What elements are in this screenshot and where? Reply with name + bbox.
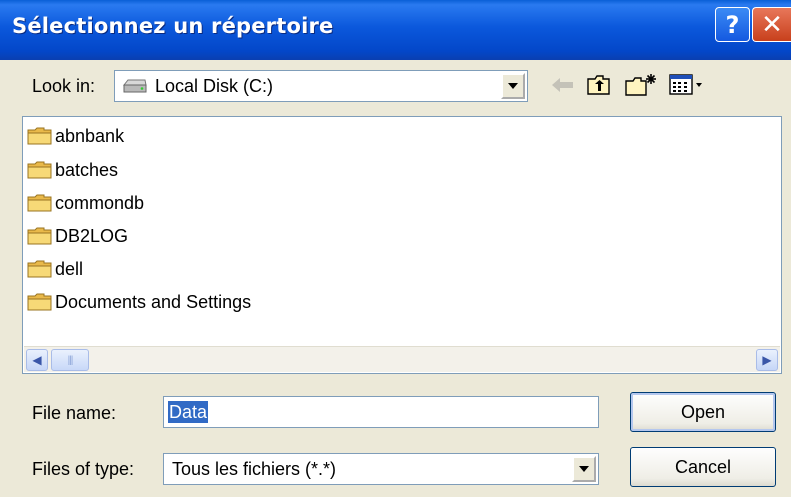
folder-icon xyxy=(27,227,52,245)
window-title: Sélectionnez un répertoire xyxy=(12,14,334,38)
help-button[interactable]: ? xyxy=(715,7,750,42)
cancel-button[interactable]: Cancel xyxy=(630,447,776,487)
files-of-type-combo[interactable]: Tous les fichiers (*.*) xyxy=(163,453,599,485)
folder-icon xyxy=(27,260,52,278)
file-name: batches xyxy=(55,159,119,180)
up-folder-button[interactable] xyxy=(583,70,615,100)
file-name: commondb xyxy=(55,192,145,213)
scroll-right-button[interactable]: ▶ xyxy=(756,349,778,371)
new-folder-button[interactable] xyxy=(623,70,659,100)
list-item[interactable]: DB2LOG xyxy=(27,221,128,251)
look-in-label: Look in: xyxy=(32,76,96,96)
scroll-left-icon: ◀ xyxy=(32,353,42,367)
horizontal-scrollbar[interactable]: ◀ ||| ▶ xyxy=(24,346,780,372)
close-button[interactable]: ✕ xyxy=(752,7,791,42)
file-name-input[interactable]: Data xyxy=(163,396,599,428)
file-list[interactable]: abnbank batches commondb DB2LOG dell Doc… xyxy=(22,116,782,374)
chevron-down-icon xyxy=(579,466,589,472)
files-of-type-value: Tous les fichiers (*.*) xyxy=(172,459,337,479)
file-name: dell xyxy=(55,258,84,279)
open-button[interactable]: Open xyxy=(630,392,776,432)
up-folder-icon xyxy=(587,75,610,95)
views-menu-icon xyxy=(669,74,702,95)
folder-icon xyxy=(27,194,52,212)
back-arrow-icon xyxy=(552,78,573,92)
scroll-right-icon: ▶ xyxy=(762,353,772,367)
list-item[interactable]: commondb xyxy=(27,188,144,218)
back-button[interactable] xyxy=(548,70,578,100)
files-of-type-label: Files of type: xyxy=(32,459,135,479)
look-in-value: Local Disk (C:) xyxy=(155,76,274,96)
file-name-value: Data xyxy=(168,401,209,423)
file-name: Documents and Settings xyxy=(55,291,252,312)
views-menu-button[interactable] xyxy=(667,70,711,100)
grip-icon: ||| xyxy=(67,354,74,366)
chevron-down-icon xyxy=(508,83,518,89)
list-item[interactable]: batches xyxy=(27,155,118,185)
scroll-thumb[interactable]: ||| xyxy=(51,349,89,371)
folder-icon xyxy=(27,161,52,179)
file-name-label: File name: xyxy=(32,403,117,423)
list-item[interactable]: abnbank xyxy=(27,121,124,151)
close-icon: ✕ xyxy=(761,9,783,40)
folder-icon xyxy=(27,293,52,311)
help-icon: ? xyxy=(725,10,740,39)
list-item[interactable]: Documents and Settings xyxy=(27,287,251,317)
hard-drive-icon xyxy=(123,79,147,93)
file-name: abnbank xyxy=(55,125,125,146)
look-in-combo[interactable]: Local Disk (C:) xyxy=(114,70,528,102)
files-of-type-dropdown-button[interactable] xyxy=(572,456,596,482)
new-folder-icon xyxy=(625,74,656,96)
list-item[interactable]: dell xyxy=(27,254,83,284)
title-bar[interactable]: Sélectionnez un répertoire ? ✕ xyxy=(0,0,791,60)
look-in-dropdown-button[interactable] xyxy=(501,73,525,99)
file-name: DB2LOG xyxy=(55,225,129,246)
scroll-left-button[interactable]: ◀ xyxy=(26,349,48,371)
folder-icon xyxy=(27,127,52,145)
